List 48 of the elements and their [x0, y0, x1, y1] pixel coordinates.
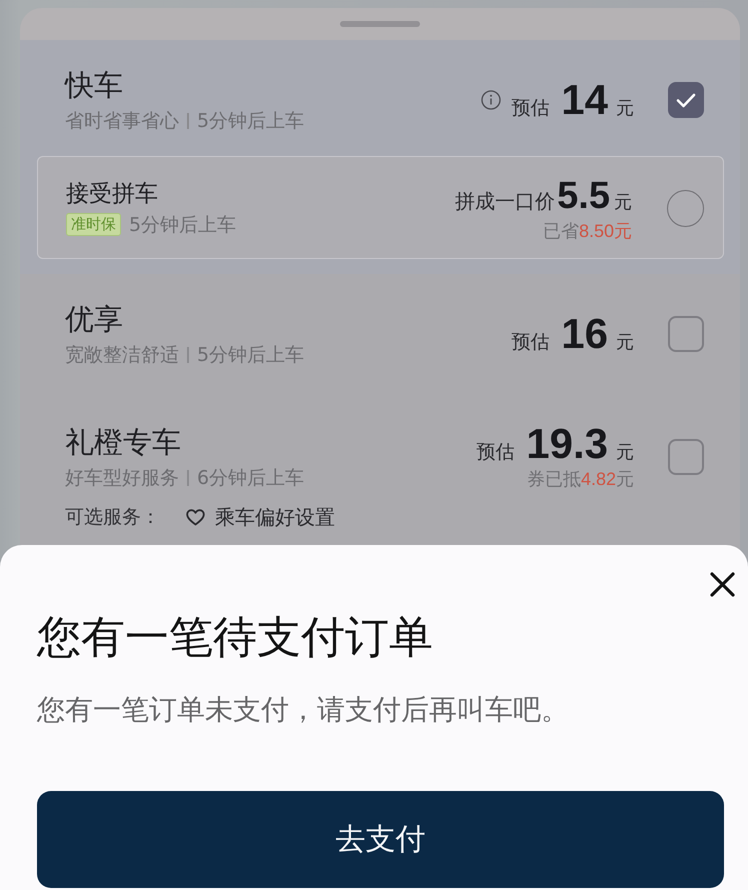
pickup-time: 5分钟后上车	[197, 344, 304, 366]
ride-tagline: 好车型好服务	[65, 466, 179, 488]
discount-unit: 元	[616, 469, 634, 491]
ride-tagline: 省时省事省心	[65, 110, 179, 132]
info-icon[interactable]	[481, 90, 502, 110]
price-unit: 元	[616, 442, 634, 464]
checkbox[interactable]	[668, 316, 704, 352]
discount-amount: 8.50元	[578, 220, 632, 242]
price-amount: 5.5	[557, 174, 610, 218]
note-label: 券已抵	[526, 469, 581, 491]
close-icon	[710, 572, 735, 597]
guarantee-tag: 准时保	[66, 213, 121, 236]
checkbox[interactable]	[668, 82, 704, 118]
dialog-message: 您有一笔订单未支付，请支付后再叫车吧。	[37, 693, 569, 727]
discount-amount: 4.82	[580, 468, 616, 490]
heart-icon	[186, 508, 205, 526]
note-label: 已省	[542, 221, 579, 243]
services-label: 可选服务：	[65, 505, 160, 529]
price-label: 预估	[511, 330, 550, 354]
drag-handle[interactable]	[340, 21, 420, 27]
close-button[interactable]	[710, 572, 735, 597]
checkbox[interactable]	[668, 438, 704, 474]
radio-button[interactable]	[667, 190, 704, 227]
ride-option[interactable]: 快车 省时省事省心 5分钟后上车 预估 14 元 接受拼车 准时保 5分钟后上车 拼成一口价5.5 元 已省8.50元	[20, 40, 740, 274]
ride-title: 快车	[65, 68, 123, 102]
price-label: 预估	[511, 96, 550, 120]
carpool-card[interactable]: 接受拼车 准时保 5分钟后上车 拼成一口价5.5 元 已省8.50元	[37, 156, 724, 259]
ride-option[interactable]: 礼橙专车 好车型好服务 6分钟后上车 预估 19.3 元 券已抵4.82元 可选服务： 乘车偏好设置	[20, 394, 740, 557]
pay-button[interactable]: 去支付	[37, 791, 724, 888]
ride-title: 优享	[65, 302, 123, 336]
price-amount: 19.3	[526, 422, 608, 466]
ride-tagline: 宽敞整洁舒适	[65, 344, 179, 366]
preferences-link[interactable]: 乘车偏好设置	[186, 505, 335, 529]
ride-option[interactable]: 优享 宽敞整洁舒适 5分钟后上车 预估 16 元	[20, 274, 740, 394]
price-unit: 元	[616, 332, 634, 354]
pickup-time: 5分钟后上车	[197, 110, 304, 132]
pickup-time: 5分钟后上车	[129, 214, 236, 236]
ride-title: 礼橙专车	[65, 424, 181, 458]
price-unit: 元	[614, 192, 632, 214]
price-label: 预估	[476, 440, 514, 464]
price-label: 拼成一口价	[455, 189, 556, 213]
check-icon	[676, 92, 696, 108]
price-amount: 14	[561, 78, 608, 122]
dialog-title: 您有一笔待支付订单	[37, 613, 433, 663]
price-amount: 16	[561, 312, 608, 356]
carpool-title: 接受拼车	[66, 181, 158, 207]
pickup-time: 6分钟后上车	[197, 466, 304, 488]
price-unit: 元	[616, 98, 634, 120]
